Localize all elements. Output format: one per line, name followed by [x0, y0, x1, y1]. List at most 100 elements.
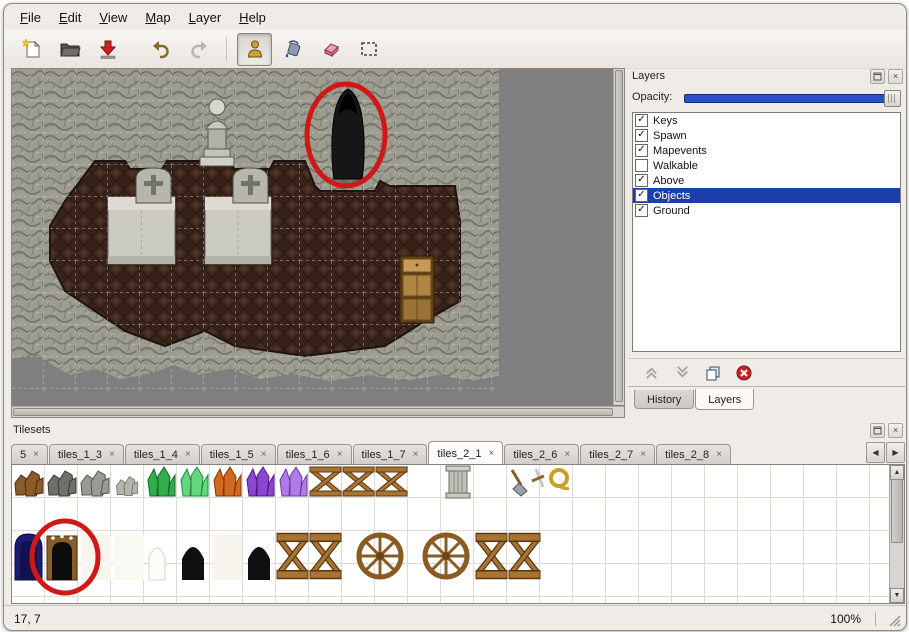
tileset-canvas[interactable] — [12, 465, 890, 603]
panel-tab[interactable]: History — [634, 390, 694, 409]
float-icon — [873, 426, 882, 435]
float-icon — [873, 72, 882, 81]
new-file-button[interactable] — [14, 33, 49, 66]
layer-name: Ground — [653, 205, 690, 217]
select-tool-button[interactable] — [351, 33, 386, 66]
scroll-tabs-right-button[interactable]: ▶ — [886, 442, 905, 463]
tileset-tab[interactable]: 5 × — [11, 444, 48, 464]
map-horizontal-scrollbar[interactable] — [12, 406, 624, 417]
tab-close-icon[interactable]: × — [261, 450, 267, 460]
scroll-up-button[interactable]: ▲ — [890, 465, 904, 480]
menu-item[interactable]: Edit — [51, 6, 89, 29]
save-button[interactable] — [90, 33, 125, 66]
open-button[interactable] — [52, 33, 87, 66]
panel-tab[interactable]: Layers — [695, 389, 754, 410]
move-layer-up-button[interactable] — [642, 364, 660, 382]
tile-arch-white[interactable] — [149, 548, 165, 580]
tab-close-icon[interactable]: × — [337, 450, 343, 460]
tab-close-icon[interactable]: × — [185, 450, 191, 460]
tileset-scroll-thumb[interactable] — [891, 479, 903, 543]
tileset-tab[interactable]: tiles_2_6 × — [504, 444, 579, 464]
layer-list[interactable]: ✓ Keys ✓ Spawn ✓ Mapevents ✓ Walkable ✓ … — [632, 112, 901, 352]
tab-close-icon[interactable]: × — [640, 450, 646, 460]
opacity-slider-track[interactable] — [684, 94, 899, 103]
close-panel-button[interactable]: × — [888, 69, 903, 84]
tile-wheel[interactable] — [359, 535, 401, 577]
layer-visibility-checkbox[interactable]: ✓ — [635, 174, 648, 187]
tileset-tab[interactable]: tiles_1_4 × — [125, 444, 200, 464]
delete-layer-button[interactable] — [735, 364, 753, 382]
layer-row[interactable]: ✓ Walkable — [633, 158, 900, 173]
layer-visibility-checkbox[interactable]: ✓ — [635, 129, 648, 142]
menu-item[interactable]: Map — [137, 6, 178, 29]
layer-row[interactable]: ✓ Keys — [633, 113, 900, 128]
layer-name: Objects — [653, 190, 690, 202]
redo-button[interactable] — [181, 33, 216, 66]
tab-label: tiles_1_3 — [58, 449, 102, 461]
tileset-tab[interactable]: tiles_1_7 × — [353, 444, 428, 464]
tileset-tab[interactable]: tiles_2_1 × — [428, 441, 503, 464]
right-arrow-icon: ▶ — [892, 448, 898, 457]
stamp-tool-button[interactable] — [237, 33, 272, 66]
tab-close-icon[interactable]: × — [564, 450, 570, 460]
close-tilesets-button[interactable]: × — [888, 423, 903, 438]
menu-item[interactable]: View — [91, 6, 135, 29]
tileset-tab[interactable]: tiles_1_3 × — [49, 444, 124, 464]
layer-visibility-checkbox[interactable]: ✓ — [635, 114, 648, 127]
tilesets-titlebar[interactable]: Tilesets × — [11, 422, 905, 438]
layer-visibility-checkbox[interactable]: ✓ — [635, 189, 648, 202]
tile-wheel[interactable] — [425, 535, 467, 577]
tab-close-icon[interactable]: × — [488, 449, 494, 459]
scroll-down-button[interactable]: ▼ — [890, 588, 904, 603]
menu-item[interactable]: Layer — [181, 6, 230, 29]
undo-button[interactable] — [143, 33, 178, 66]
fill-tool-button[interactable] — [275, 33, 310, 66]
scroll-tabs-left-button[interactable]: ◀ — [866, 442, 885, 463]
layer-row[interactable]: ✓ Objects — [633, 188, 900, 203]
app-window: FileEditViewMapLayerHelp — [3, 3, 907, 631]
move-layer-down-button[interactable] — [673, 364, 691, 382]
tileset-tab[interactable]: tiles_2_8 × — [656, 444, 731, 464]
map-vertical-scrollbar[interactable] — [613, 69, 624, 405]
tileset-tab[interactable]: tiles_1_6 × — [277, 444, 352, 464]
tileset-scrollbar[interactable]: ▲ ▼ — [889, 465, 904, 603]
map-vscroll-thumb[interactable] — [615, 70, 623, 402]
check-icon: ✓ — [637, 175, 645, 185]
map-hscroll-thumb[interactable] — [13, 408, 613, 416]
menu-item[interactable]: File — [12, 6, 49, 29]
menu-item[interactable]: Help — [231, 6, 274, 29]
tab-close-icon[interactable]: × — [716, 450, 722, 460]
layers-panel-titlebar[interactable]: Layers × — [628, 68, 905, 84]
duplicate-layer-button[interactable] — [704, 364, 722, 382]
opacity-slider[interactable] — [684, 90, 901, 105]
tab-close-icon[interactable]: × — [413, 450, 419, 460]
tab-close-icon[interactable]: × — [33, 450, 39, 460]
paint-bucket-icon — [282, 38, 304, 60]
layer-row[interactable]: ✓ Ground — [633, 203, 900, 218]
tab-close-icon[interactable]: × — [109, 450, 115, 460]
layer-row[interactable]: ✓ Above — [633, 173, 900, 188]
tileset-tab[interactable]: tiles_2_7 × — [580, 444, 655, 464]
tile-light[interactable] — [212, 534, 242, 580]
crypt-platform-right — [205, 197, 271, 264]
layer-visibility-checkbox[interactable]: ✓ — [635, 144, 648, 157]
layer-row[interactable]: ✓ Mapevents — [633, 143, 900, 158]
tab-label: tiles_1_6 — [286, 449, 330, 461]
float-panel-button[interactable] — [870, 69, 885, 84]
map-editor-area[interactable] — [11, 68, 625, 418]
opacity-slider-handle[interactable] — [884, 90, 901, 107]
layer-visibility-checkbox[interactable]: ✓ — [635, 204, 648, 217]
map-canvas[interactable] — [12, 69, 612, 405]
menu-bar: FileEditViewMapLayerHelp — [4, 4, 906, 30]
float-tilesets-button[interactable] — [870, 423, 885, 438]
layer-row[interactable]: ✓ Spawn — [633, 128, 900, 143]
statusbar-separator — [875, 612, 876, 626]
resize-grip[interactable] — [888, 614, 902, 628]
tile-pillar[interactable] — [446, 466, 470, 498]
tileset-tab[interactable]: tiles_1_5 × — [201, 444, 276, 464]
layer-visibility-checkbox[interactable]: ✓ — [635, 159, 648, 172]
tileset-content[interactable]: ▲ ▼ — [11, 464, 905, 604]
tile-door-wood[interactable] — [47, 535, 77, 580]
eraser-tool-button[interactable] — [313, 33, 348, 66]
tile-light[interactable] — [114, 534, 144, 580]
